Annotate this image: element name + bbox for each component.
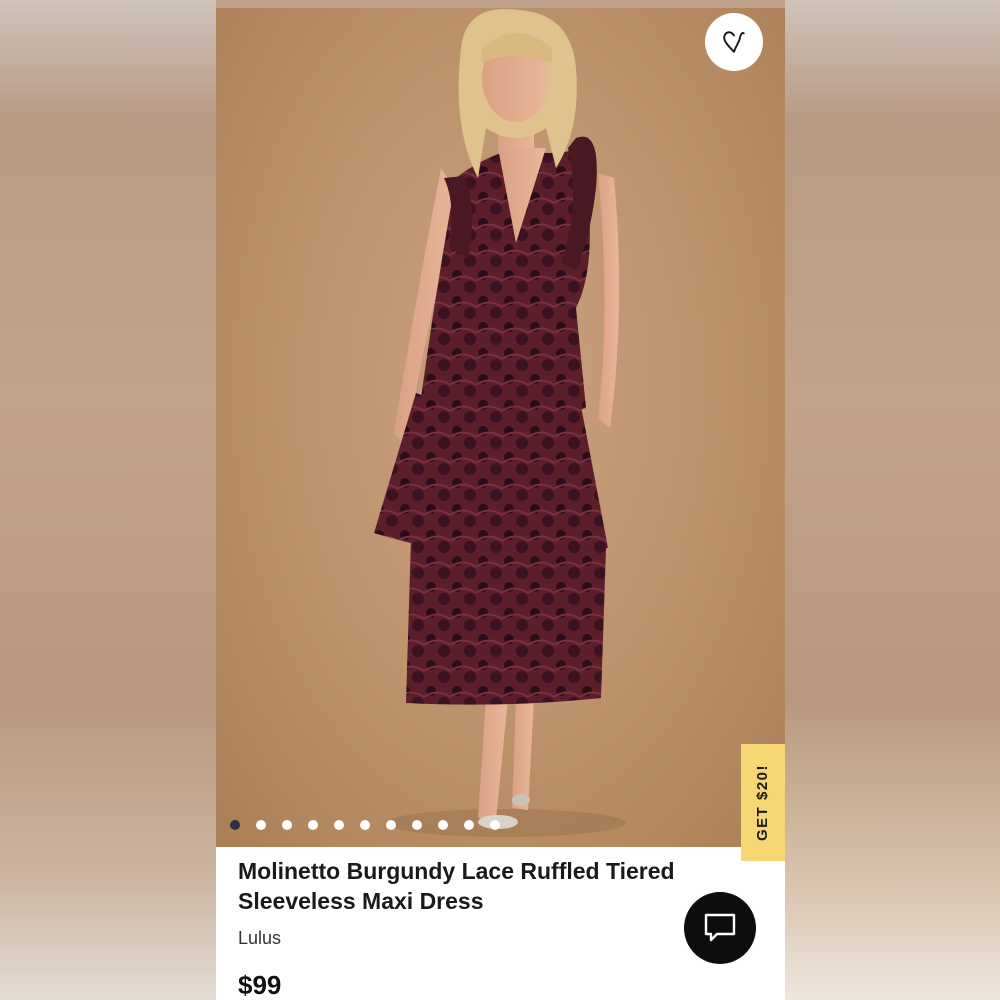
pagination-dot[interactable] (386, 820, 396, 830)
favorite-button[interactable] (705, 13, 763, 71)
chat-button[interactable] (684, 892, 756, 964)
product-image[interactable] (216, 8, 785, 847)
pagination-dot[interactable] (360, 820, 370, 830)
pagination-dot[interactable] (230, 820, 240, 830)
pagination-dot[interactable] (282, 820, 292, 830)
model-photo (374, 9, 626, 837)
product-screen: GET $20! Molinetto Burgundy Lace Ruffled… (216, 8, 785, 1000)
left-background (0, 0, 216, 1000)
promo-label: GET $20! (754, 763, 772, 842)
product-info: Molinetto Burgundy Lace Ruffled Tiered S… (238, 856, 758, 949)
pagination-dot[interactable] (412, 820, 422, 830)
right-background (785, 0, 1000, 1000)
promo-tab[interactable]: GET $20! (741, 744, 785, 861)
pagination-dot[interactable] (490, 820, 500, 830)
pagination-dot[interactable] (256, 820, 266, 830)
pagination-dot[interactable] (464, 820, 474, 830)
pagination-dot[interactable] (438, 820, 448, 830)
product-brand[interactable]: Lulus (238, 928, 758, 949)
product-title: Molinetto Burgundy Lace Ruffled Tiered S… (238, 858, 675, 914)
chat-bubble-icon (704, 913, 736, 942)
heart-icon (723, 31, 745, 53)
pagination-dot[interactable] (308, 820, 318, 830)
pagination-dot[interactable] (334, 820, 344, 830)
product-price: $99 (238, 970, 282, 1000)
gallery-pagination (230, 820, 500, 830)
